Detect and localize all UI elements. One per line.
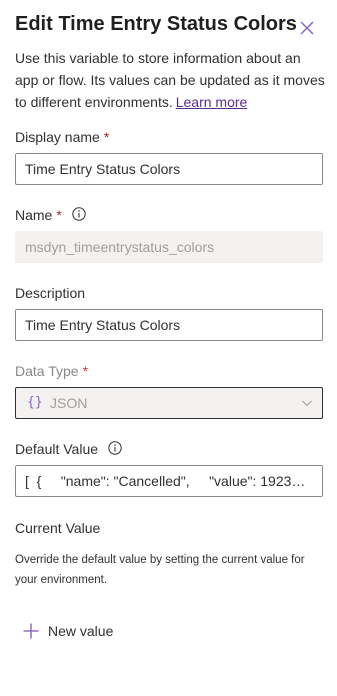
current-value-help: Override the default value by setting th… xyxy=(15,554,305,586)
new-value-button[interactable]: New value xyxy=(22,620,113,642)
default-value-input[interactable]: [ { "name": "Cancelled", "value": 192354… xyxy=(15,465,323,497)
chevron-down-icon xyxy=(302,400,312,407)
display-name-label: Display name * xyxy=(15,129,109,145)
plus-icon xyxy=(23,623,39,639)
info-icon[interactable] xyxy=(108,441,122,455)
default-value-label: Default Value xyxy=(15,441,122,457)
name-input: msdyn_timeentrystatus_colors xyxy=(15,231,323,263)
description-value: Time Entry Status Colors xyxy=(25,317,181,333)
data-type-label-text: Data Type xyxy=(15,363,79,379)
panel-title: Edit Time Entry Status Colors xyxy=(15,13,297,35)
data-type-dropdown[interactable]: {} JSON xyxy=(15,387,323,419)
display-name-value: Time Entry Status Colors xyxy=(25,161,181,177)
default-value-value: [ { "name": "Cancelled", "value": 192354… xyxy=(25,473,313,489)
data-type-label: Data Type * xyxy=(15,363,88,379)
required-indicator: * xyxy=(56,207,62,223)
info-icon[interactable] xyxy=(72,207,86,221)
close-icon xyxy=(300,21,314,35)
required-indicator: * xyxy=(103,129,110,145)
name-label-text: Name xyxy=(15,207,53,223)
description-label: Description xyxy=(15,285,86,301)
description-input[interactable]: Time Entry Status Colors xyxy=(15,309,323,341)
default-value-label-text: Default Value xyxy=(15,441,99,457)
name-value: msdyn_timeentrystatus_colors xyxy=(25,239,215,255)
panel-description: Use this variable to store information a… xyxy=(15,47,327,113)
required-indicator: * xyxy=(82,363,89,379)
new-value-label: New value xyxy=(48,623,114,639)
data-type-value: JSON xyxy=(50,395,88,411)
edit-variable-panel: Edit Time Entry Status Colors Use this v… xyxy=(0,0,337,696)
name-label: Name * xyxy=(15,207,86,223)
close-button[interactable] xyxy=(296,17,318,39)
display-name-input[interactable]: Time Entry Status Colors xyxy=(15,153,323,185)
description-text: Use this variable to store information a… xyxy=(15,50,325,110)
learn-more-link[interactable]: Learn more xyxy=(176,94,248,110)
display-name-label-text: Display name xyxy=(15,129,100,145)
current-value-heading: Current Value xyxy=(15,520,101,536)
json-icon: {} xyxy=(27,395,43,410)
